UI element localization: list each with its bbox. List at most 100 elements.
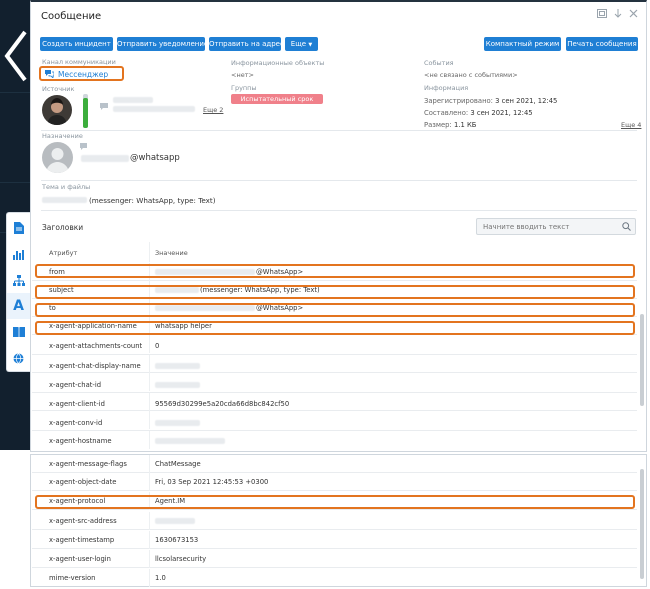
table-row[interactable]: x-agent-message-flags ChatMessage xyxy=(32,455,637,473)
source-more-link[interactable]: Еще 2 xyxy=(203,106,223,114)
arrow-down-icon[interactable] xyxy=(614,9,622,18)
back-chevron-icon[interactable] xyxy=(3,28,31,84)
create-incident-button[interactable]: Создать инцидент xyxy=(40,37,113,51)
size-row: Размер: 1.1 КБ xyxy=(424,121,476,129)
book-icon[interactable] xyxy=(7,319,30,345)
headers-search-box[interactable] xyxy=(476,218,636,235)
backdrop-stripe xyxy=(0,92,34,93)
row-attribute: x-agent-user-login xyxy=(49,555,111,563)
groups-label: Группы xyxy=(231,84,257,92)
document-icon[interactable] xyxy=(7,215,30,241)
row-value: ChatMessage xyxy=(155,460,201,468)
table-row[interactable]: x-agent-hostname xyxy=(32,431,637,449)
redacted-value xyxy=(155,518,195,524)
row-value: Fri, 03 Sep 2021 12:45:53 +0300 xyxy=(155,478,269,486)
destination-suffix: @whatsapp xyxy=(130,153,180,163)
row-highlight-subject xyxy=(35,285,635,299)
column-header-value[interactable]: Значение xyxy=(155,249,188,257)
info-objects-value: <нет> xyxy=(231,71,254,79)
events-label: События xyxy=(424,59,454,67)
row-value: 0 xyxy=(155,342,160,350)
composed-value: 3 сен 2021, 12:45 xyxy=(470,109,533,117)
groups-badge[interactable]: Испытательный срок xyxy=(231,94,323,104)
row-highlight-application-name xyxy=(35,321,635,335)
message-dialog: Сообщение Создать инцидент Отправить уве… xyxy=(30,0,647,452)
destination-label: Назначение xyxy=(42,132,83,140)
table-row[interactable]: x-agent-conv-id xyxy=(32,411,637,431)
headers-table-continued: x-agent-message-flags ChatMessage x-agent… xyxy=(30,454,647,587)
source-avatar[interactable] xyxy=(42,95,72,125)
table-row[interactable]: x-agent-chat-id xyxy=(32,373,637,393)
table-row[interactable]: x-agent-src-address xyxy=(32,512,637,530)
row-value: 1.0 xyxy=(155,574,166,582)
hierarchy-icon[interactable] xyxy=(7,267,30,293)
subject-suffix: (messenger: WhatsApp, type: Text) xyxy=(89,196,216,205)
row-value: 1630673153 xyxy=(155,536,199,544)
backdrop-stripe xyxy=(0,182,34,183)
source-name-redacted xyxy=(113,97,153,103)
table-row[interactable]: x-agent-client-id 95569d30299e5a20cda66d8… xyxy=(32,393,637,411)
destination-avatar[interactable] xyxy=(42,142,73,173)
separator xyxy=(41,180,637,181)
chat-icon xyxy=(100,103,108,110)
redacted-value xyxy=(155,420,200,426)
row-attribute: x-agent-src-address xyxy=(49,517,117,525)
info-objects-label: Информационные объекты xyxy=(231,59,325,67)
row-highlight-from xyxy=(35,264,635,278)
row-attribute: x-agent-conv-id xyxy=(49,419,103,427)
separator xyxy=(41,130,637,131)
row-highlight-protocol xyxy=(35,495,635,509)
info-more-link[interactable]: Еще 4 xyxy=(621,121,641,129)
more-dropdown-button[interactable]: Еще ▼ xyxy=(285,37,318,51)
registered-value: 3 сен 2021, 12:45 xyxy=(495,97,558,105)
table-row[interactable]: x-agent-chat-display-name xyxy=(32,355,637,373)
information-label: Информация xyxy=(424,84,469,92)
table-scrollbar[interactable] xyxy=(640,469,644,579)
channel-label: Канал коммуникации xyxy=(42,58,116,66)
size-value: 1.1 КБ xyxy=(453,121,477,129)
search-icon[interactable] xyxy=(622,222,631,231)
registered-label: Зарегистрировано: xyxy=(424,97,493,105)
send-to-address-button[interactable]: Отправить на адрес xyxy=(209,37,284,51)
subject-label: Тема и файлы xyxy=(42,183,91,191)
composed-label: Составлено: xyxy=(424,109,469,117)
compact-mode-button[interactable]: Компактный режим xyxy=(484,37,561,51)
table-row[interactable]: mime-version 1.0 xyxy=(32,569,637,587)
letter-a-icon[interactable]: A xyxy=(7,293,30,319)
redacted-value xyxy=(155,438,225,444)
table-row[interactable]: x-agent-user-login llcsolarsecurity xyxy=(32,550,637,568)
row-highlight-to xyxy=(35,303,635,317)
source-address-redacted xyxy=(113,106,195,112)
source-status-fill xyxy=(83,98,88,128)
table-row[interactable]: x-agent-timestamp 1630673153 xyxy=(32,531,637,549)
dialog-title: Сообщение xyxy=(41,11,102,22)
chat-icon xyxy=(80,143,87,150)
size-label: Размер: xyxy=(424,121,452,129)
title-tools xyxy=(597,9,638,18)
row-attribute: x-agent-object-date xyxy=(49,478,117,486)
headers-search-input[interactable] xyxy=(477,219,617,234)
row-attribute: x-agent-chat-id xyxy=(49,381,102,389)
chevron-down-icon: ▼ xyxy=(308,42,313,48)
table-row[interactable]: x-agent-object-date Fri, 03 Sep 2021 12:4… xyxy=(32,473,637,491)
events-value: <не связано с событиями> xyxy=(424,71,518,79)
send-notification-button[interactable]: Отправить уведомление xyxy=(117,37,208,51)
print-message-button[interactable]: Печать сообщения xyxy=(566,37,638,51)
table-row[interactable]: x-agent-attachments-count 0 xyxy=(32,335,637,355)
row-attribute: x-agent-timestamp xyxy=(49,536,115,544)
close-icon[interactable] xyxy=(629,9,638,18)
more-label: Еще xyxy=(290,40,307,48)
chart-icon[interactable] xyxy=(7,241,30,267)
column-header-attribute[interactable]: Атрибут xyxy=(49,249,77,257)
row-attribute: x-agent-chat-display-name xyxy=(49,362,141,370)
row-attribute: x-agent-client-id xyxy=(49,400,105,408)
globe-icon[interactable] xyxy=(7,345,30,371)
row-value: 95569d30299e5a20cda66d8bc842cf50 xyxy=(155,400,290,408)
row-attribute: mime-version xyxy=(49,574,96,582)
row-attribute: x-agent-hostname xyxy=(49,437,112,445)
table-scrollbar[interactable] xyxy=(640,314,644,406)
source-label: Источник xyxy=(42,85,75,93)
channel-value[interactable]: Мессенджер xyxy=(58,70,108,79)
restore-window-icon[interactable] xyxy=(597,9,607,18)
separator xyxy=(41,210,637,211)
